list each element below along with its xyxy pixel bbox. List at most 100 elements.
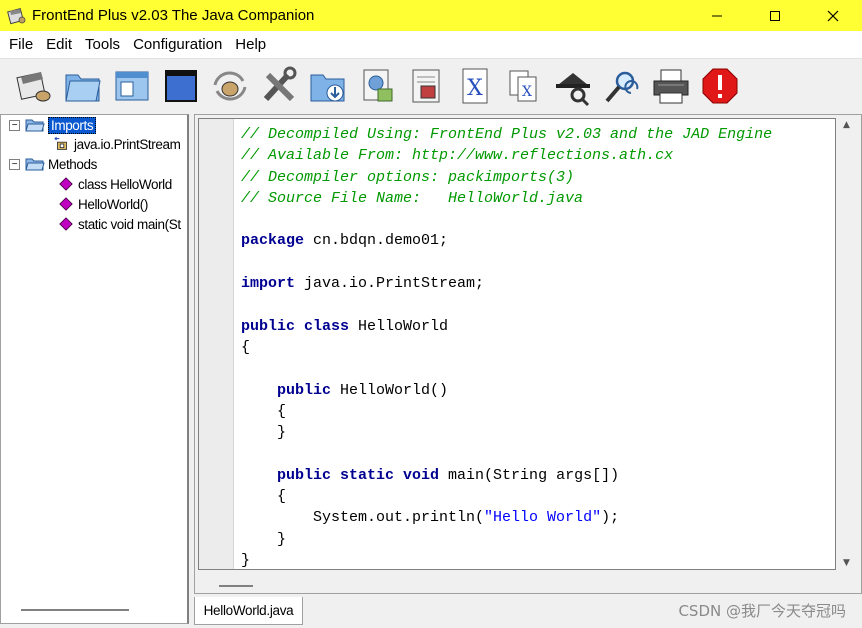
java-file-icon: X	[462, 68, 488, 104]
tree-label-import-item: java.io.PrintStream	[74, 136, 181, 152]
open-folder-icon	[65, 74, 101, 102]
close-button[interactable]	[804, 0, 862, 31]
code-line: public class HelloWorld	[241, 316, 772, 337]
open-folder-button[interactable]	[59, 63, 107, 109]
tree-node-import-item[interactable]: java.io.PrintStream	[53, 134, 181, 154]
code-horizontal-scrollbar[interactable]	[219, 585, 253, 587]
tools-button[interactable]	[255, 63, 303, 109]
minimize-icon	[712, 15, 722, 16]
code-line: // Available From: http://www.reflection…	[241, 145, 772, 166]
tree-label-method: HelloWorld()	[78, 196, 148, 212]
source-code[interactable]: // Decompiled Using: FrontEnd Plus v2.03…	[241, 124, 772, 569]
code-text: HelloWorld()	[331, 381, 449, 399]
code-line: }	[241, 422, 772, 443]
maximize-button[interactable]	[746, 0, 804, 31]
code-text: );	[601, 509, 620, 527]
code-text: main(String args[])	[439, 466, 620, 484]
code-text: java.io.PrintStream;	[295, 275, 485, 293]
window-title: FrontEnd Plus v2.03 The Java Companion	[32, 7, 315, 24]
java-file-button[interactable]: X	[451, 63, 499, 109]
app-icon[interactable]	[6, 5, 28, 27]
code-text: System.out.println(	[241, 509, 485, 527]
export-doc-button[interactable]	[353, 63, 401, 109]
code-line: // Source File Name: HelloWorld.java	[241, 188, 772, 209]
tree-node-imports[interactable]: − Imports	[9, 115, 97, 135]
detective-icon	[556, 73, 590, 107]
code-editor[interactable]: // Decompiled Using: FrontEnd Plus v2.03…	[198, 118, 836, 570]
menu-configuration[interactable]: Configuration	[127, 36, 228, 53]
code-vertical-scrollbar[interactable]: ▲ ▼	[838, 118, 858, 570]
menu-help[interactable]: Help	[229, 36, 272, 53]
menu-bar: File Edit Tools Configuration Help	[0, 31, 862, 58]
class-file-icon: X	[509, 70, 537, 102]
svg-text:X: X	[467, 76, 483, 101]
code-text: HelloWorld	[349, 317, 449, 335]
export-doc-icon	[363, 69, 393, 102]
tree-label-methods: Methods	[48, 156, 97, 172]
title-bar: FrontEnd Plus v2.03 The Java Companion	[0, 0, 862, 31]
open-window-button[interactable]	[108, 63, 156, 109]
view-doc-icon	[412, 69, 440, 103]
code-line: {	[241, 337, 772, 358]
method-diamond-icon	[59, 177, 73, 191]
tree-panel[interactable]: − Imports java.io.PrintStream − Methods …	[0, 114, 189, 624]
code-text: {	[241, 488, 287, 506]
view-doc-button[interactable]	[402, 63, 450, 109]
code-line: {	[241, 486, 772, 507]
code-keyword: public	[277, 381, 332, 399]
code-keyword: public static void	[277, 466, 440, 484]
java-cup-icon	[213, 71, 247, 101]
scroll-down-icon[interactable]: ▼	[843, 558, 850, 568]
menu-file[interactable]: File	[3, 36, 39, 53]
code-line: public HelloWorld()	[241, 380, 772, 401]
menu-edit[interactable]: Edit	[40, 36, 78, 53]
code-keyword: package	[241, 232, 305, 250]
tab-helloworld-java[interactable]: HelloWorld.java	[194, 597, 303, 625]
code-comment: // Source File Name: HelloWorld.java	[241, 189, 584, 207]
detective-button[interactable]	[549, 63, 597, 109]
code-keyword: import	[241, 275, 296, 293]
tree-node-method[interactable]: static void main(St	[59, 214, 181, 234]
tree-label-method: static void main(St	[78, 216, 181, 232]
search-replace-button[interactable]	[598, 63, 646, 109]
code-line: public static void main(String args[])	[241, 465, 772, 486]
toolbar: X X	[0, 58, 862, 113]
print-button[interactable]	[647, 63, 695, 109]
folder-open-icon	[25, 119, 45, 132]
tree-node-method[interactable]: HelloWorld()	[59, 194, 148, 214]
open-window-icon	[115, 71, 149, 101]
code-text: }	[241, 530, 287, 548]
stop-button[interactable]	[696, 63, 744, 109]
decompile-button[interactable]	[10, 63, 58, 109]
tree-node-methods[interactable]: − Methods	[9, 154, 97, 174]
stop-icon	[702, 68, 738, 104]
code-text: cn.bdqn.demo01;	[304, 232, 449, 250]
scroll-up-icon[interactable]: ▲	[843, 120, 850, 130]
java-cup-button[interactable]	[206, 63, 254, 109]
code-panel: // Decompiled Using: FrontEnd Plus v2.03…	[194, 114, 862, 594]
code-comment: // Decompiler options: packimports(3)	[241, 168, 575, 186]
method-diamond-icon	[59, 197, 73, 211]
blank-window-button[interactable]	[157, 63, 205, 109]
collapse-toggle[interactable]: −	[9, 119, 20, 131]
code-line: }	[241, 529, 772, 550]
import-class-icon	[54, 136, 67, 150]
code-line: import java.io.PrintStream;	[241, 273, 772, 294]
menu-tools[interactable]: Tools	[79, 36, 126, 53]
code-text: }	[241, 551, 251, 569]
minimize-button[interactable]	[688, 0, 746, 31]
class-file-button[interactable]: X	[500, 63, 548, 109]
collapse-toggle[interactable]: −	[9, 158, 20, 170]
code-line: {	[241, 401, 772, 422]
save-folder-button[interactable]	[304, 63, 352, 109]
tree-node-method[interactable]: class HelloWorld	[59, 174, 172, 194]
tree-label-method: class HelloWorld	[78, 176, 172, 192]
code-gutter	[199, 119, 234, 569]
tree-horizontal-scrollbar[interactable]	[21, 609, 129, 611]
